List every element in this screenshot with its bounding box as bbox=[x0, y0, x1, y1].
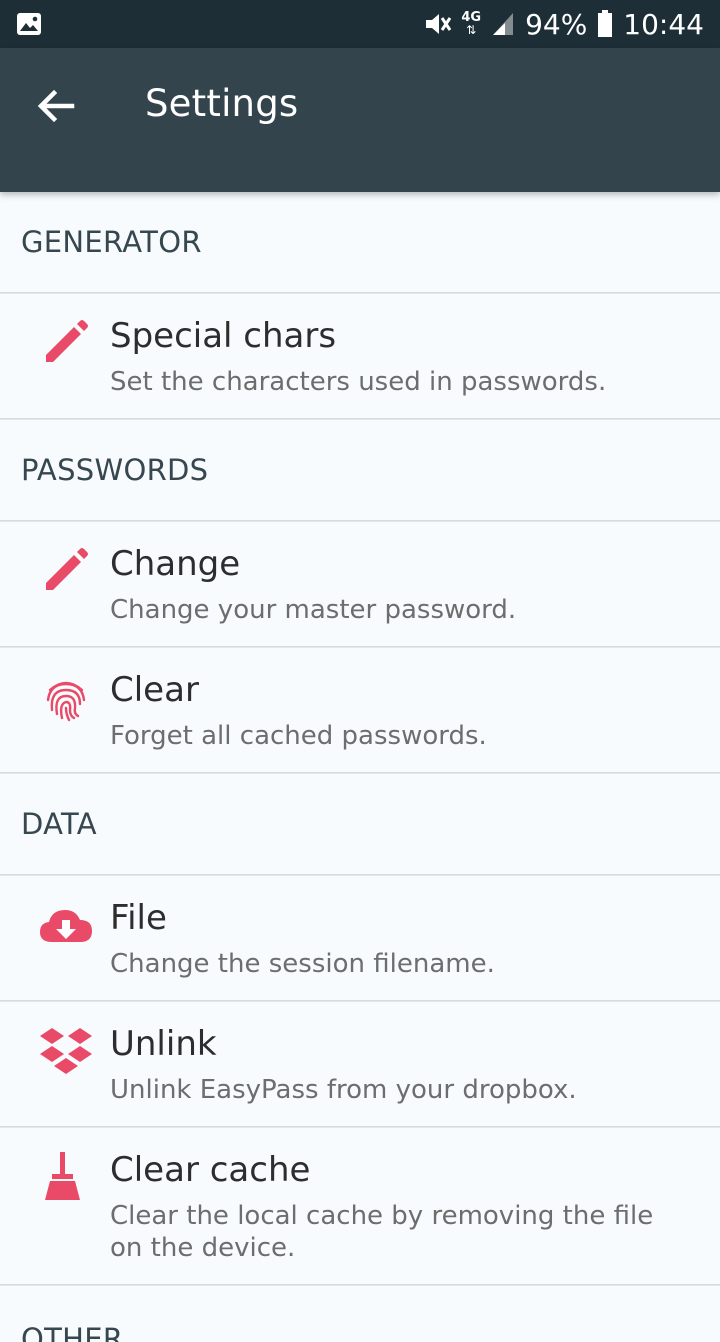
pref-file[interactable]: File Change the session filename. bbox=[0, 876, 720, 1000]
pencil-icon bbox=[38, 316, 94, 372]
pref-title: File bbox=[110, 898, 167, 938]
fingerprint-icon bbox=[38, 670, 94, 726]
cloud-download-icon bbox=[38, 898, 94, 954]
section-header-data: DATA bbox=[21, 807, 97, 841]
back-button[interactable] bbox=[26, 76, 86, 136]
mute-icon bbox=[423, 10, 452, 38]
section-header-other: OTHER bbox=[0, 1286, 720, 1342]
pref-summary: Change the session filename. bbox=[110, 949, 495, 979]
dropbox-icon bbox=[38, 1024, 94, 1080]
pref-title: Clear cache bbox=[110, 1150, 311, 1190]
app-bar: Settings bbox=[0, 48, 720, 192]
pref-special-chars[interactable]: Special chars Set the characters used in… bbox=[0, 294, 720, 418]
broom-icon bbox=[38, 1150, 94, 1206]
network-4g-icon: 4G ⇅ bbox=[461, 10, 482, 37]
pref-summary: Change your master password. bbox=[110, 595, 517, 625]
pref-change-password[interactable]: Change Change your master password. bbox=[0, 522, 720, 646]
status-bar: 4G ⇅ 94% 10:44 bbox=[0, 0, 720, 48]
pref-summary: Forget all cached passwords. bbox=[110, 721, 487, 751]
pref-summary: Set the characters used in passwords. bbox=[110, 367, 607, 397]
section-header-passwords: PASSWORDS bbox=[21, 453, 209, 487]
gallery-notification-icon bbox=[16, 12, 42, 36]
pref-title: Unlink bbox=[110, 1024, 217, 1064]
page-title: Settings bbox=[145, 82, 299, 125]
pref-summary: Unlink EasyPass from your dropbox. bbox=[110, 1075, 577, 1105]
section-header-label: OTHER bbox=[21, 1322, 124, 1342]
status-icons: 4G ⇅ 94% 10:44 bbox=[423, 0, 704, 48]
pref-title: Clear bbox=[110, 670, 199, 710]
settings-list: GENERATOR Special chars Set the characte… bbox=[0, 192, 720, 1342]
pref-clear-cache[interactable]: Clear cache Clear the local cache by rem… bbox=[0, 1128, 720, 1284]
pref-title: Change bbox=[110, 544, 241, 584]
pref-unlink-dropbox[interactable]: Unlink Unlink EasyPass from your dropbox… bbox=[0, 1002, 720, 1126]
signal-icon bbox=[491, 11, 515, 37]
pref-clear-passwords[interactable]: Clear Forget all cached passwords. bbox=[0, 648, 720, 772]
pencil-icon bbox=[38, 544, 94, 600]
pref-summary: Clear the local cache by removing the fi… bbox=[110, 1201, 654, 1263]
battery-icon bbox=[597, 10, 613, 38]
section-header-generator: GENERATOR bbox=[21, 225, 202, 259]
pref-title: Special chars bbox=[110, 316, 337, 356]
arrow-back-icon bbox=[37, 89, 75, 123]
clock: 10:44 bbox=[623, 7, 704, 41]
battery-level: 94% bbox=[525, 7, 588, 41]
